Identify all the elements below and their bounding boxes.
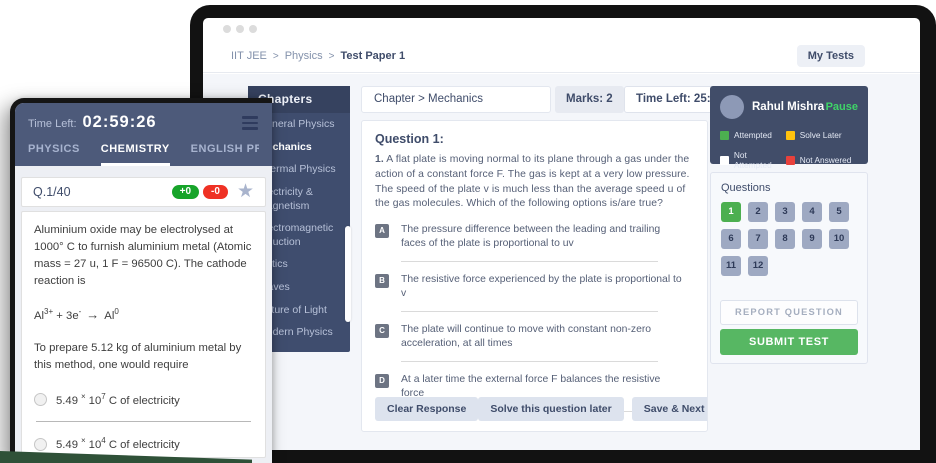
tab-english-proficiency[interactable]: ENGLISH PROFICIENCY xyxy=(191,143,259,166)
question-meta-bar: Q.1/40 +0 -0 ★ xyxy=(21,177,266,207)
desktop-mockup: IIT JEE > Physics > Test Paper 1 My Test… xyxy=(190,5,936,463)
option-letter-badge: A xyxy=(375,224,389,238)
divider xyxy=(36,421,251,422)
browser-titlebar xyxy=(203,18,920,40)
question-counter: Q.1/40 xyxy=(33,185,71,199)
tab-chemistry[interactable]: CHEMISTRY xyxy=(101,143,170,166)
window-dot-icon xyxy=(249,25,257,33)
save-next-button[interactable]: Save & Next xyxy=(632,397,708,421)
attempted-swatch-icon xyxy=(720,131,729,140)
avatar xyxy=(720,95,744,119)
positive-marks-badge: +0 xyxy=(172,185,199,199)
phone-content: Q.1/40 +0 -0 ★ Aluminium oxide may be el… xyxy=(15,166,272,463)
phone-mockup: Time Left: 02:59:26 PHYSICS CHEMISTRY ENG… xyxy=(10,98,272,463)
legend-not-attempted: Not Attempted xyxy=(720,150,786,170)
question-number-button[interactable]: 2 xyxy=(748,202,768,222)
question-number-button[interactable]: 8 xyxy=(775,229,795,249)
answer-option-1[interactable]: 5.49×107 C of electricity xyxy=(34,391,253,410)
breadcrumb-item-test-paper: Test Paper 1 xyxy=(340,50,405,62)
clear-response-button[interactable]: Clear Response xyxy=(375,397,478,421)
question-number-button[interactable]: 1 xyxy=(721,202,741,222)
questions-palette: Questions 1 2 3 4 5 6 7 8 9 10 11 12 REP… xyxy=(710,172,868,364)
browser-window: IIT JEE > Physics > Test Paper 1 My Test… xyxy=(203,18,920,450)
subject-tabs: PHYSICS CHEMISTRY ENGLISH PROFICIENCY xyxy=(28,143,259,166)
option-letter-badge: C xyxy=(375,324,389,338)
test-content-area: Chapters General Physics Mechanics Therm… xyxy=(203,74,920,450)
breadcrumb-row: IIT JEE > Physics > Test Paper 1 My Test… xyxy=(203,40,920,73)
question-number-button[interactable]: 12 xyxy=(748,256,768,276)
question-number-button[interactable]: 5 xyxy=(829,202,849,222)
option-letter-badge: B xyxy=(375,274,389,288)
not-answered-swatch-icon xyxy=(786,156,795,165)
question-title: Question 1: xyxy=(375,132,694,146)
timer-value: 02:59:26 xyxy=(83,113,157,131)
radio-button-icon[interactable] xyxy=(34,393,47,406)
question-number-button[interactable]: 3 xyxy=(775,202,795,222)
question-text: A flat plate is moving normal to its pla… xyxy=(375,154,690,209)
report-question-button[interactable]: REPORT QUESTION xyxy=(720,300,858,325)
pause-button[interactable]: Pause xyxy=(826,101,858,113)
question-paragraph: Aluminium oxide may be electrolysed at 1… xyxy=(34,222,253,290)
question-body: 1. A flat plate is moving normal to its … xyxy=(375,153,694,212)
question-number-button[interactable]: 6 xyxy=(721,229,741,249)
my-tests-button[interactable]: My Tests xyxy=(797,45,865,67)
question-number-button[interactable]: 11 xyxy=(721,256,741,276)
breadcrumb-item-iit-jee[interactable]: IIT JEE xyxy=(231,50,267,62)
status-legend: Attempted Solve Later Not Attempted Not … xyxy=(720,130,858,170)
tab-physics[interactable]: PHYSICS xyxy=(28,143,80,166)
timer-label: Time Left: xyxy=(28,118,77,130)
question-paragraph: To prepare 5.12 kg of aluminium metal by… xyxy=(34,340,253,374)
question-number-button[interactable]: 7 xyxy=(748,229,768,249)
question-number-button[interactable]: 10 xyxy=(829,229,849,249)
answer-options: 5.49×107 C of electricity 5.49×104 C of … xyxy=(34,391,253,463)
option-text: The pressure difference between the lead… xyxy=(401,223,683,251)
marks-badge: Marks: 2 xyxy=(555,86,624,113)
divider xyxy=(401,261,658,262)
chapter-header: Chapter > Mechanics xyxy=(361,86,551,113)
scrollbar[interactable] xyxy=(345,226,351,322)
radio-button-icon[interactable] xyxy=(34,438,47,451)
phone-question-card: Aluminium oxide may be electrolysed at 1… xyxy=(21,211,266,458)
question-card: Question 1: 1. A flat plate is moving no… xyxy=(361,120,708,432)
option-text: The resistive force experienced by the p… xyxy=(401,273,683,301)
legend-attempted: Attempted xyxy=(720,130,786,140)
window-dot-icon xyxy=(236,25,244,33)
negative-marks-badge: -0 xyxy=(203,185,228,199)
solve-later-swatch-icon xyxy=(786,131,795,140)
option-row-a[interactable]: A The pressure difference between the le… xyxy=(375,223,694,251)
user-name: Rahul Mishra xyxy=(752,101,824,113)
bookmark-star-icon[interactable]: ★ xyxy=(237,185,254,199)
not-attempted-swatch-icon xyxy=(720,156,729,165)
breadcrumb-separator: > xyxy=(329,51,335,62)
submit-test-button[interactable]: SUBMIT TEST xyxy=(720,329,858,355)
question-number-button[interactable]: 4 xyxy=(802,202,822,222)
user-panel: Rahul Mishra Pause Attempted Solve Later… xyxy=(710,86,868,164)
questions-palette-title: Questions xyxy=(721,182,857,194)
chemical-equation: Al3+ + 3e-→Al0 xyxy=(34,305,253,325)
answer-option-2[interactable]: 5.49×104 C of electricity xyxy=(34,435,253,454)
breadcrumb-item-physics[interactable]: Physics xyxy=(285,50,323,62)
option-label: 5.49×107 C of electricity xyxy=(56,391,180,410)
legend-solve-later: Solve Later xyxy=(786,130,858,140)
divider xyxy=(401,311,658,312)
hamburger-menu-icon[interactable] xyxy=(242,116,258,133)
option-row-b[interactable]: B The resistive force experienced by the… xyxy=(375,273,694,301)
question-number-grid: 1 2 3 4 5 6 7 8 9 10 11 12 xyxy=(721,202,857,276)
divider xyxy=(401,361,658,362)
arrow-icon: → xyxy=(86,307,99,322)
window-dot-icon xyxy=(223,25,231,33)
option-letter-badge: D xyxy=(375,374,389,388)
question-number-button[interactable]: 9 xyxy=(802,229,822,249)
breadcrumb-separator: > xyxy=(273,51,279,62)
option-label: 5.49×104 C of electricity xyxy=(56,435,180,454)
question-number-prefix: 1. xyxy=(375,154,384,165)
legend-not-answered: Not Answered xyxy=(786,150,858,170)
question-actions: Clear Response Solve this question later… xyxy=(375,397,694,421)
phone-header: Time Left: 02:59:26 PHYSICS CHEMISTRY ENG… xyxy=(15,103,272,166)
solve-later-button[interactable]: Solve this question later xyxy=(478,397,623,421)
option-text: The plate will continue to move with con… xyxy=(401,323,683,351)
option-row-c[interactable]: C The plate will continue to move with c… xyxy=(375,323,694,351)
